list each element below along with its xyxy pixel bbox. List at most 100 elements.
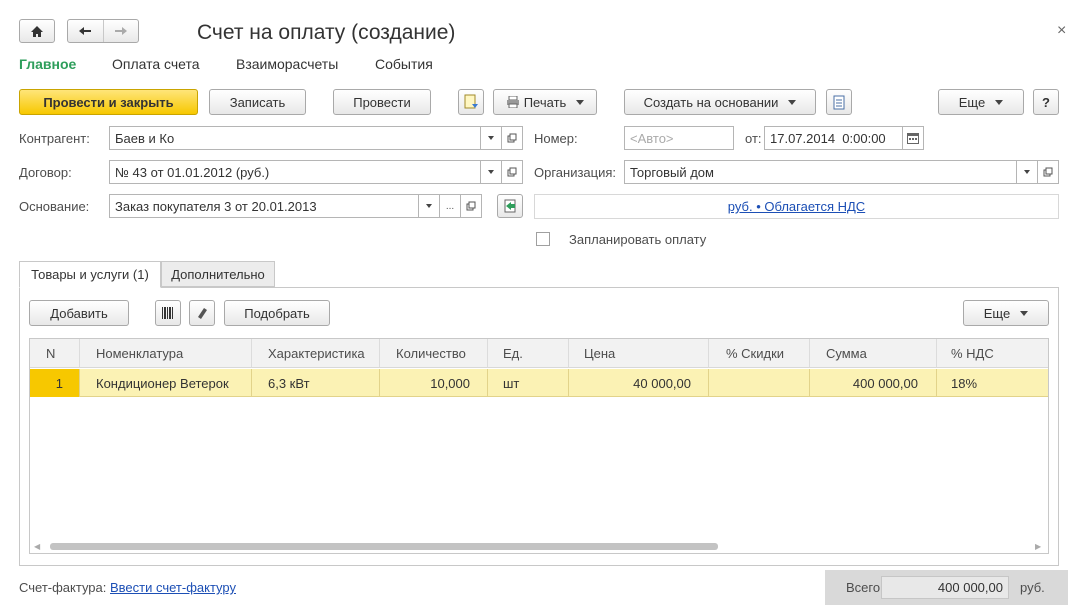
open-icon [1043, 167, 1053, 177]
date-label: от: [745, 131, 762, 146]
tab-additional[interactable]: Дополнительно [161, 261, 275, 287]
contract-dropdown[interactable] [480, 160, 502, 184]
cell-discount[interactable] [709, 369, 810, 397]
total-value-field: 400 000,00 [881, 576, 1009, 599]
col-header-quantity[interactable]: Количество [380, 339, 488, 368]
total-value: 400 000,00 [937, 580, 1003, 595]
basis-label: Основание: [19, 199, 90, 214]
organization-label: Организация: [534, 165, 617, 180]
col-header-vat[interactable]: % НДС [937, 339, 1048, 368]
chevron-down-icon [488, 136, 494, 140]
cell-vat[interactable]: 18% [937, 369, 1048, 397]
forward-button[interactable] [104, 20, 139, 42]
organization-value: Торговый дом [630, 164, 714, 180]
cell-price[interactable]: 40 000,00 [569, 369, 709, 397]
back-forward-group [67, 19, 139, 43]
scroll-left-arrow[interactable]: ◀ [34, 542, 40, 551]
counterparty-dropdown[interactable] [480, 126, 502, 150]
cell-item[interactable]: Кондиционер Ветерок [80, 369, 252, 397]
organization-open[interactable] [1037, 160, 1059, 184]
save-button[interactable]: Записать [209, 89, 306, 115]
col-header-discount[interactable]: % Скидки [709, 339, 810, 368]
chevron-down-icon [1020, 310, 1029, 316]
tab-main[interactable]: Главное [19, 56, 76, 72]
number-label: Номер: [534, 131, 578, 146]
col-header-unit[interactable]: Ед. [488, 339, 569, 368]
organization-dropdown[interactable] [1016, 160, 1038, 184]
fill-from-basis-button[interactable] [497, 194, 523, 218]
document-icon-button[interactable] [458, 89, 484, 115]
tab-events[interactable]: События [375, 56, 433, 72]
post-and-close-button[interactable]: Провести и закрыть [19, 89, 198, 115]
report-button[interactable] [826, 89, 852, 115]
home-button[interactable] [19, 19, 55, 43]
more-label: Еще [958, 94, 986, 110]
arrow-left-icon [79, 27, 92, 35]
add-button[interactable]: Добавить [29, 300, 129, 326]
help-button[interactable]: ? [1033, 89, 1059, 115]
calendar-icon [907, 132, 919, 144]
tab-settlements[interactable]: Взаиморасчеты [236, 56, 338, 72]
more-button[interactable]: Еще [938, 89, 1024, 115]
total-currency: руб. [1020, 580, 1045, 595]
report-icon [833, 95, 845, 109]
organization-field[interactable]: Торговый дом [624, 160, 1038, 184]
enter-invoice-link[interactable]: Ввести счет-фактуру [110, 580, 236, 595]
counterparty-value: Баев и Ко [115, 130, 175, 146]
cell-unit[interactable]: шт [488, 369, 569, 397]
col-header-sum[interactable]: Сумма [810, 339, 937, 368]
table-more-label: Еще [983, 305, 1011, 321]
basis-open[interactable] [460, 194, 482, 218]
horizontal-scrollbar[interactable] [50, 543, 718, 550]
open-icon [507, 133, 517, 143]
barcode-button[interactable] [155, 300, 181, 326]
plan-payment-checkbox[interactable] [536, 232, 550, 246]
arrow-right-icon [114, 27, 127, 35]
tab-goods[interactable]: Товары и услуги (1) [19, 261, 161, 288]
contract-field[interactable]: № 43 от 01.01.2012 (руб.) [109, 160, 502, 184]
cell-quantity[interactable]: 10,000 [380, 369, 488, 397]
home-icon [31, 25, 43, 37]
invoice-label: Счет-фактура: [19, 580, 107, 595]
chevron-down-icon [788, 99, 797, 105]
col-header-characteristic[interactable]: Характеристика [252, 339, 380, 368]
back-button[interactable] [68, 20, 104, 42]
post-button[interactable]: Провести [333, 89, 431, 115]
calendar-button[interactable] [902, 126, 924, 150]
basis-field[interactable]: Заказ покупателя 3 от 20.01.2013 [109, 194, 439, 218]
contract-open[interactable] [501, 160, 523, 184]
page-title: Счет на оплату (создание) [197, 21, 456, 44]
basis-dropdown[interactable] [418, 194, 440, 218]
plan-payment-label: Запланировать оплату [569, 232, 707, 247]
basis-select[interactable]: ... [439, 194, 461, 218]
date-field[interactable]: 17.07.2014 0:00:00 [764, 126, 904, 150]
currency-vat-link[interactable]: руб. • Облагается НДС [728, 199, 865, 214]
number-field[interactable]: <Авто> [624, 126, 734, 150]
cell-characteristic[interactable]: 6,3 кВт [252, 369, 380, 397]
col-header-price[interactable]: Цена [569, 339, 709, 368]
create-based-on-button[interactable]: Создать на основании [624, 89, 816, 115]
contract-value: № 43 от 01.01.2012 (руб.) [115, 164, 270, 180]
col-header-n[interactable]: N [30, 339, 80, 368]
fill-arrow-icon [504, 199, 516, 213]
printer-icon [506, 96, 519, 108]
scroll-right-arrow[interactable]: ▶ [1035, 542, 1041, 551]
currency-box: руб. • Облагается НДС [534, 194, 1059, 219]
counterparty-open[interactable] [501, 126, 523, 150]
number-placeholder: <Авто> [630, 130, 674, 146]
pick-button[interactable]: Подобрать [224, 300, 330, 326]
open-icon [466, 201, 476, 211]
close-icon[interactable]: × [1057, 22, 1066, 40]
counterparty-label: Контрагент: [19, 131, 90, 146]
col-header-item[interactable]: Номенклатура [80, 339, 252, 368]
document-arrow-icon [464, 94, 478, 109]
chevron-down-icon [1024, 170, 1030, 174]
print-button[interactable]: Печать [493, 89, 597, 115]
table-more-button[interactable]: Еще [963, 300, 1049, 326]
cell-sum[interactable]: 400 000,00 [810, 369, 937, 397]
total-label: Всего: [846, 580, 884, 595]
tab-payment[interactable]: Оплата счета [112, 56, 200, 72]
print-label: Печать [523, 94, 567, 110]
counterparty-field[interactable]: Баев и Ко [109, 126, 502, 150]
eraser-button[interactable] [189, 300, 215, 326]
